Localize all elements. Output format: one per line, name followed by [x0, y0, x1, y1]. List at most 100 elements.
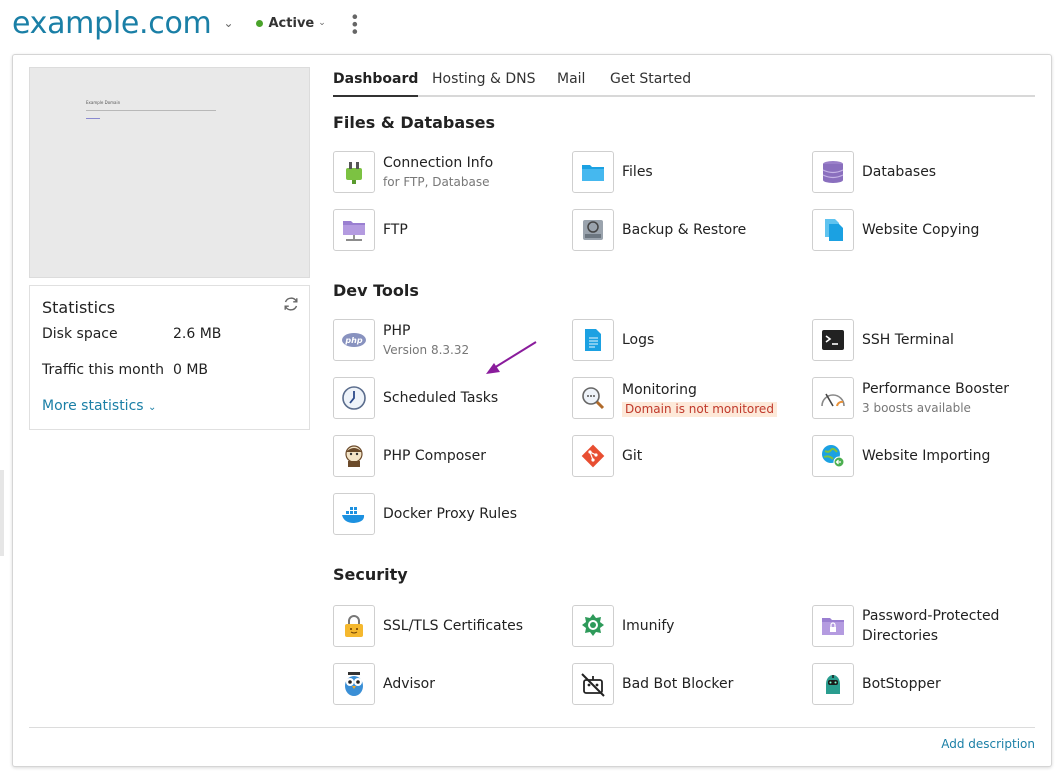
tool-label: Imunify — [622, 618, 675, 634]
bot-blocked-icon — [581, 673, 605, 697]
tool-label: Performance Booster — [862, 381, 1010, 397]
plug-icon — [346, 162, 362, 184]
tool-label: Scheduled Tasks — [383, 390, 499, 406]
domain-title[interactable]: example.com — [12, 6, 212, 41]
tool-label: Docker Proxy Rules — [383, 506, 518, 522]
tool-backup-restore[interactable]: Backup & Restore — [572, 209, 746, 251]
tool-databases[interactable]: Databases — [812, 151, 936, 193]
section-title-files: Files & Databases — [333, 113, 496, 132]
tool-imunify[interactable]: Imunify — [572, 605, 674, 647]
tool-sublabel: Version 8.3.32 — [383, 343, 470, 357]
stat-value-disk: 2.6 MB — [173, 326, 222, 342]
tool-label: Connection Info — [383, 155, 494, 171]
preview-text-line — [86, 110, 216, 111]
folder-icon — [582, 165, 604, 181]
tool-password-protected-directories[interactable]: Password-Protected Directories — [812, 605, 1012, 647]
page-header: example.com ⌄ Active ⌄ ••• — [12, 0, 364, 46]
bot-icon — [826, 675, 840, 694]
refresh-icon[interactable] — [282, 295, 300, 313]
tool-label: Backup & Restore — [622, 222, 747, 238]
tab-hosting-dns[interactable]: Hosting & DNS — [432, 71, 535, 95]
tool-label: Website Copying — [862, 222, 980, 238]
tool-label: Password-Protected Directories — [862, 608, 1000, 644]
tab-bar: Dashboard Hosting & DNS Mail Get Started — [333, 71, 1035, 97]
status-dropdown[interactable]: Active ⌄ — [255, 15, 326, 31]
tool-label: PHP Composer — [383, 448, 486, 464]
locked-folder-icon — [822, 618, 844, 635]
section-title-dev-tools: Dev Tools — [333, 281, 419, 300]
statistics-title: Statistics — [42, 298, 116, 317]
tool-label: Databases — [862, 164, 937, 180]
docker-icon — [342, 507, 365, 523]
left-edge-handle[interactable] — [0, 470, 4, 556]
stat-value-traffic: 0 MB — [173, 362, 209, 378]
tool-docker-proxy-rules[interactable]: Docker Proxy Rules — [333, 493, 517, 535]
tool-php-composer[interactable]: PHP Composer — [333, 435, 486, 477]
add-description-link[interactable]: Add description — [941, 737, 1035, 751]
statistics-panel: Statistics Disk space 2.6 MB Traffic thi… — [29, 285, 310, 430]
preview-link-line — [86, 118, 100, 119]
tool-sublabel: 3 boosts available — [862, 401, 971, 415]
tool-connection-info[interactable]: Connection Info for FTP, Database — [333, 151, 493, 193]
tool-label: FTP — [383, 222, 408, 238]
tool-botstopper[interactable]: BotStopper — [812, 663, 941, 705]
database-icon — [822, 161, 844, 183]
more-options-icon[interactable]: ••• — [345, 12, 364, 34]
owl-icon — [345, 672, 363, 696]
section-title-security: Security — [333, 565, 408, 584]
tool-label: Monitoring — [622, 381, 697, 398]
tool-git[interactable]: Git — [572, 435, 642, 477]
preview-title: Example Domain — [86, 100, 121, 105]
tool-ssl-tls-certificates[interactable]: SSL/TLS Certificates — [333, 605, 523, 647]
tool-php[interactable]: php PHP Version 8.3.32 — [333, 319, 469, 361]
tool-label: Logs — [622, 332, 655, 348]
tool-label: BotStopper — [862, 676, 941, 692]
magnifier-icon — [582, 387, 605, 410]
tool-website-copying[interactable]: Website Copying — [812, 209, 979, 251]
domain-chevron-down-icon[interactable]: ⌄ — [223, 16, 233, 30]
stat-label-traffic: Traffic this month — [42, 362, 164, 378]
tool-label: Git — [622, 448, 643, 464]
log-doc-icon — [585, 329, 601, 351]
tab-dashboard[interactable]: Dashboard — [333, 71, 419, 97]
tool-logs[interactable]: Logs — [572, 319, 654, 361]
tool-label: SSH Terminal — [862, 332, 954, 348]
website-preview[interactable]: Example Domain — [29, 67, 310, 278]
copy-docs-icon — [825, 219, 843, 241]
tool-monitoring[interactable]: Monitoring Domain is not monitored — [572, 377, 777, 419]
status-label: Active — [268, 15, 315, 31]
chevron-down-icon: ⌄ — [148, 402, 157, 413]
tool-scheduled-tasks[interactable]: Scheduled Tasks — [333, 377, 498, 419]
lock-icon — [345, 615, 363, 637]
imunify-icon — [582, 614, 604, 636]
tool-bad-bot-blocker[interactable]: Bad Bot Blocker — [572, 663, 733, 705]
globe-import-icon — [822, 445, 845, 468]
tool-website-importing[interactable]: Website Importing — [812, 435, 990, 477]
tool-sublabel: for FTP, Database — [383, 175, 490, 189]
tool-performance-booster[interactable]: Performance Booster 3 boosts available — [812, 377, 1009, 419]
svg-text:php: php — [344, 336, 362, 345]
php-icon: php — [342, 333, 366, 347]
tab-mail[interactable]: Mail — [557, 71, 585, 95]
terminal-icon — [822, 330, 844, 350]
gauge-icon — [821, 393, 845, 407]
clock-icon — [342, 386, 366, 410]
tool-ssh-terminal[interactable]: SSH Terminal — [812, 319, 954, 361]
tool-label: Advisor — [383, 676, 436, 692]
not-monitored-badge: Domain is not monitored — [622, 401, 777, 417]
backup-icon — [583, 220, 603, 240]
footer-divider — [29, 727, 1035, 728]
tool-files[interactable]: Files — [572, 151, 653, 193]
tool-label: Bad Bot Blocker — [622, 676, 734, 692]
stat-label-disk: Disk space — [42, 326, 118, 342]
tab-get-started[interactable]: Get Started — [610, 71, 691, 95]
tool-ftp[interactable]: FTP — [333, 209, 408, 251]
tool-advisor[interactable]: Advisor — [333, 663, 435, 705]
composer-icon — [345, 445, 363, 467]
more-statistics-link[interactable]: More statistics ⌄ — [42, 398, 156, 414]
tool-label: SSL/TLS Certificates — [383, 618, 523, 634]
tool-label: Files — [622, 164, 653, 180]
domain-card: Example Domain Statistics Disk space 2.6… — [12, 54, 1052, 767]
tool-label: PHP — [383, 323, 411, 339]
more-statistics-label: More statistics — [42, 398, 144, 414]
